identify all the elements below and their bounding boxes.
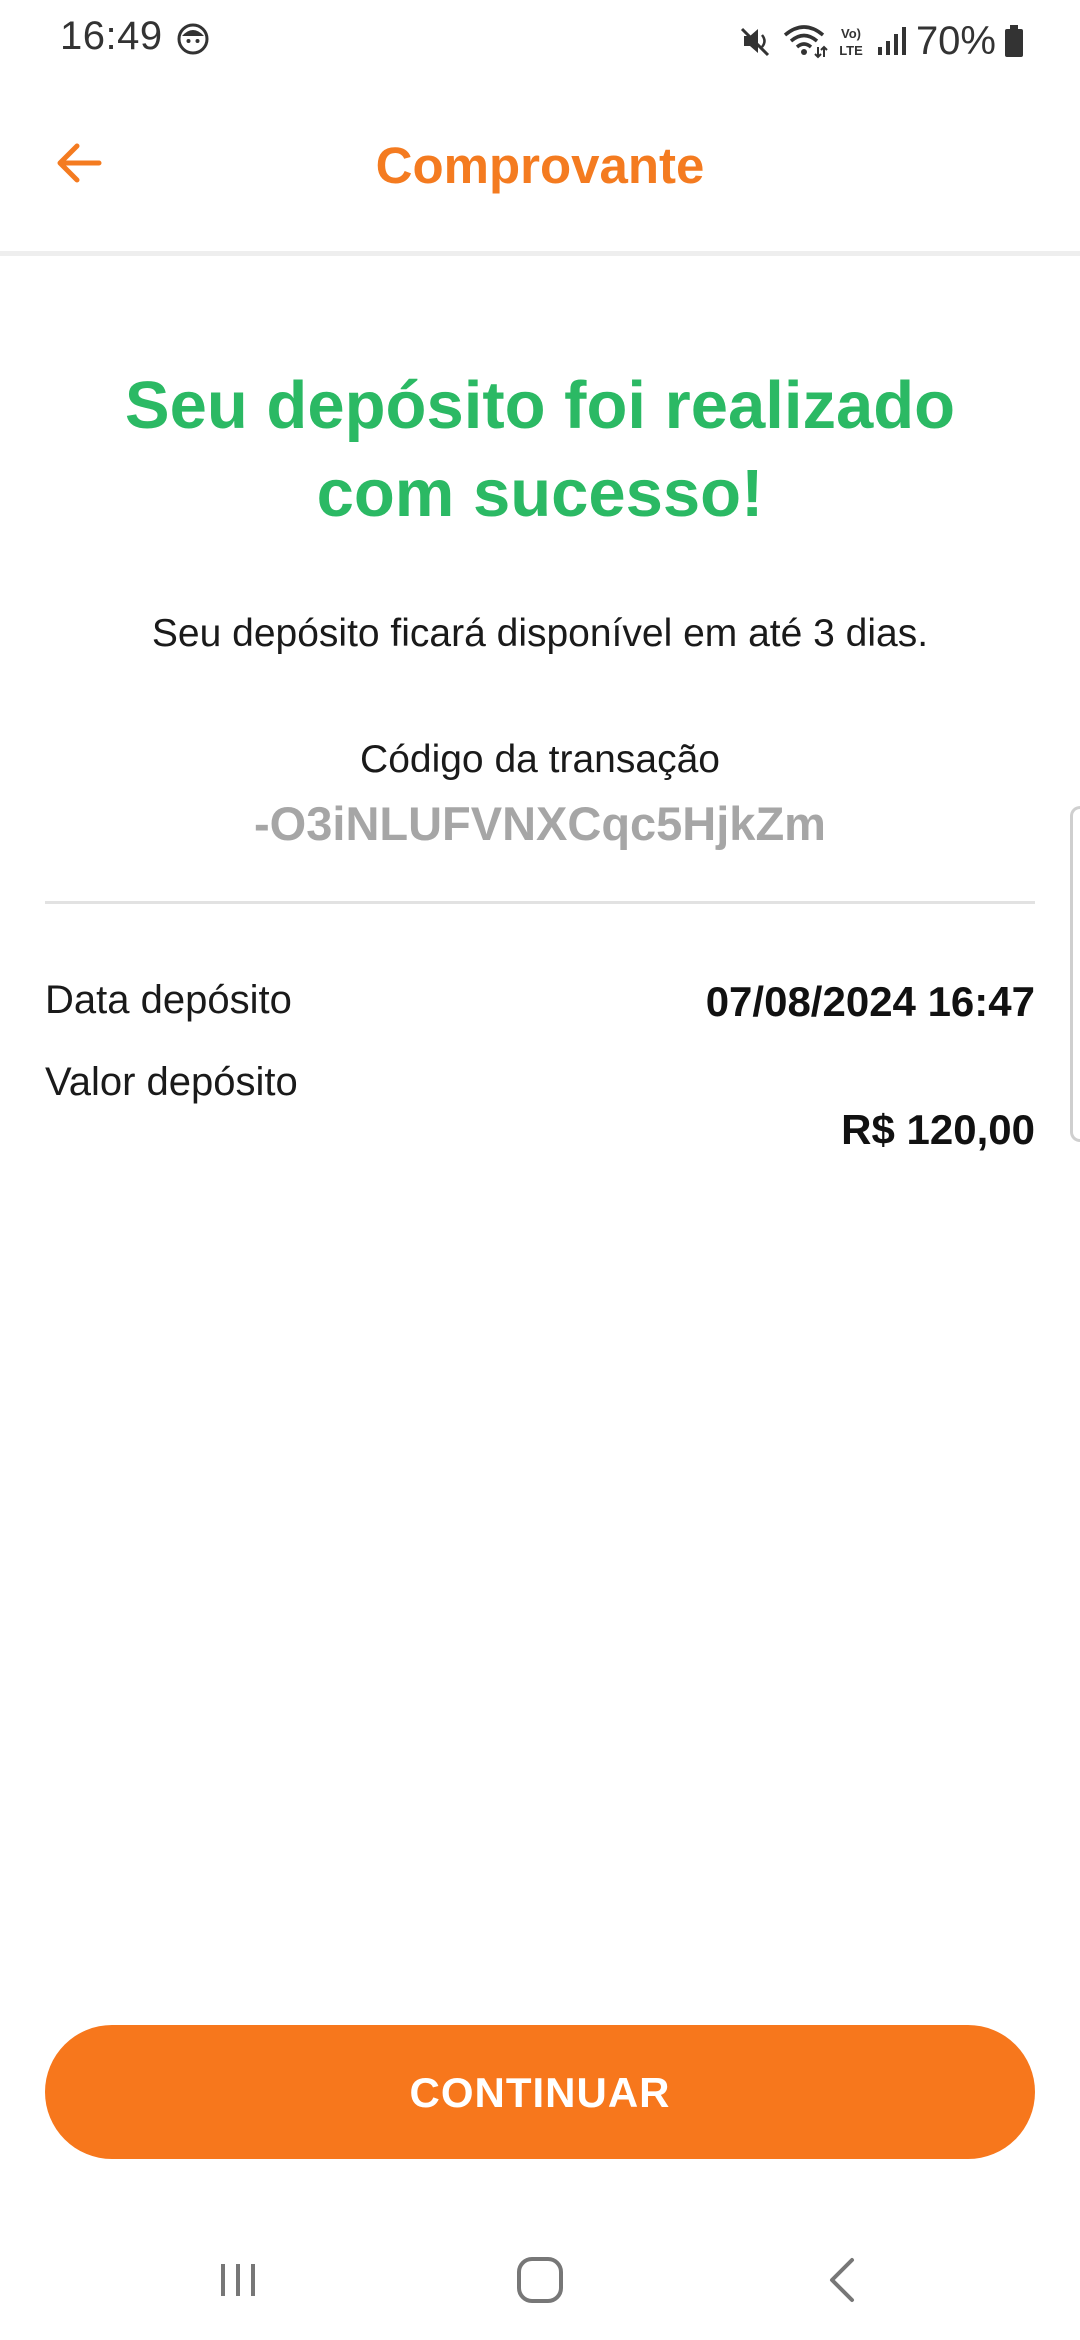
home-button[interactable] (500, 2242, 580, 2322)
system-back-button[interactable] (802, 2242, 882, 2322)
divider (45, 901, 1035, 904)
detail-label-date: Data depósito (45, 978, 292, 1022)
wifi-icon (782, 23, 828, 59)
mute-icon (738, 23, 774, 59)
status-icons: Vo) LTE 70% (738, 16, 1024, 66)
availability-text: Seu depósito ficará disponível em até 3 … (151, 612, 929, 655)
success-title-line-2: com sucesso! (316, 456, 764, 531)
battery-percent: 70% (915, 18, 996, 63)
detail-value-date: 07/08/2024 16:47 (705, 978, 1035, 1025)
battery-icon (1004, 23, 1024, 59)
recent-apps-icon (214, 2256, 262, 2309)
volte-icon: Vo) LTE (834, 23, 868, 59)
detail-value-amount: R$ 120,00 (841, 1106, 1035, 1153)
navigation-bar (0, 2220, 1080, 2340)
edge-panel-handle[interactable] (1070, 806, 1080, 1142)
success-title: Seu depósito foi realizado com sucesso! (60, 362, 1020, 538)
page-title: Comprovante (375, 137, 705, 194)
transaction-code: -O3iNLUFVNXCqc5HjkZm (254, 797, 826, 850)
transaction-code-label: Código da transação (360, 738, 720, 781)
svg-text:LTE: LTE (839, 43, 863, 58)
svg-text:Vo): Vo) (841, 26, 861, 41)
continue-button[interactable]: CONTINUAR (45, 2025, 1035, 2159)
app-bar: Comprovante (0, 80, 1080, 256)
recent-apps-button[interactable] (198, 2242, 278, 2322)
signal-icon (876, 23, 906, 59)
status-time: 16:49 (60, 14, 163, 58)
screen: 16:49 Vo) LTE 70% Comprovante Seu depósi… (0, 0, 1080, 2340)
success-title-line-1: Seu depósito foi realizado (124, 368, 956, 443)
detail-label-amount: Valor depósito (45, 1060, 298, 1104)
face-icon (176, 22, 210, 56)
detail-row-date: Data depósito 07/08/2024 16:47 (45, 978, 1035, 1038)
back-icon (818, 2254, 866, 2311)
home-icon (514, 2254, 566, 2311)
status-bar: 16:49 Vo) LTE 70% (0, 0, 1080, 80)
detail-row-amount: Valor depósito R$ 120,00 (45, 1060, 1035, 1170)
